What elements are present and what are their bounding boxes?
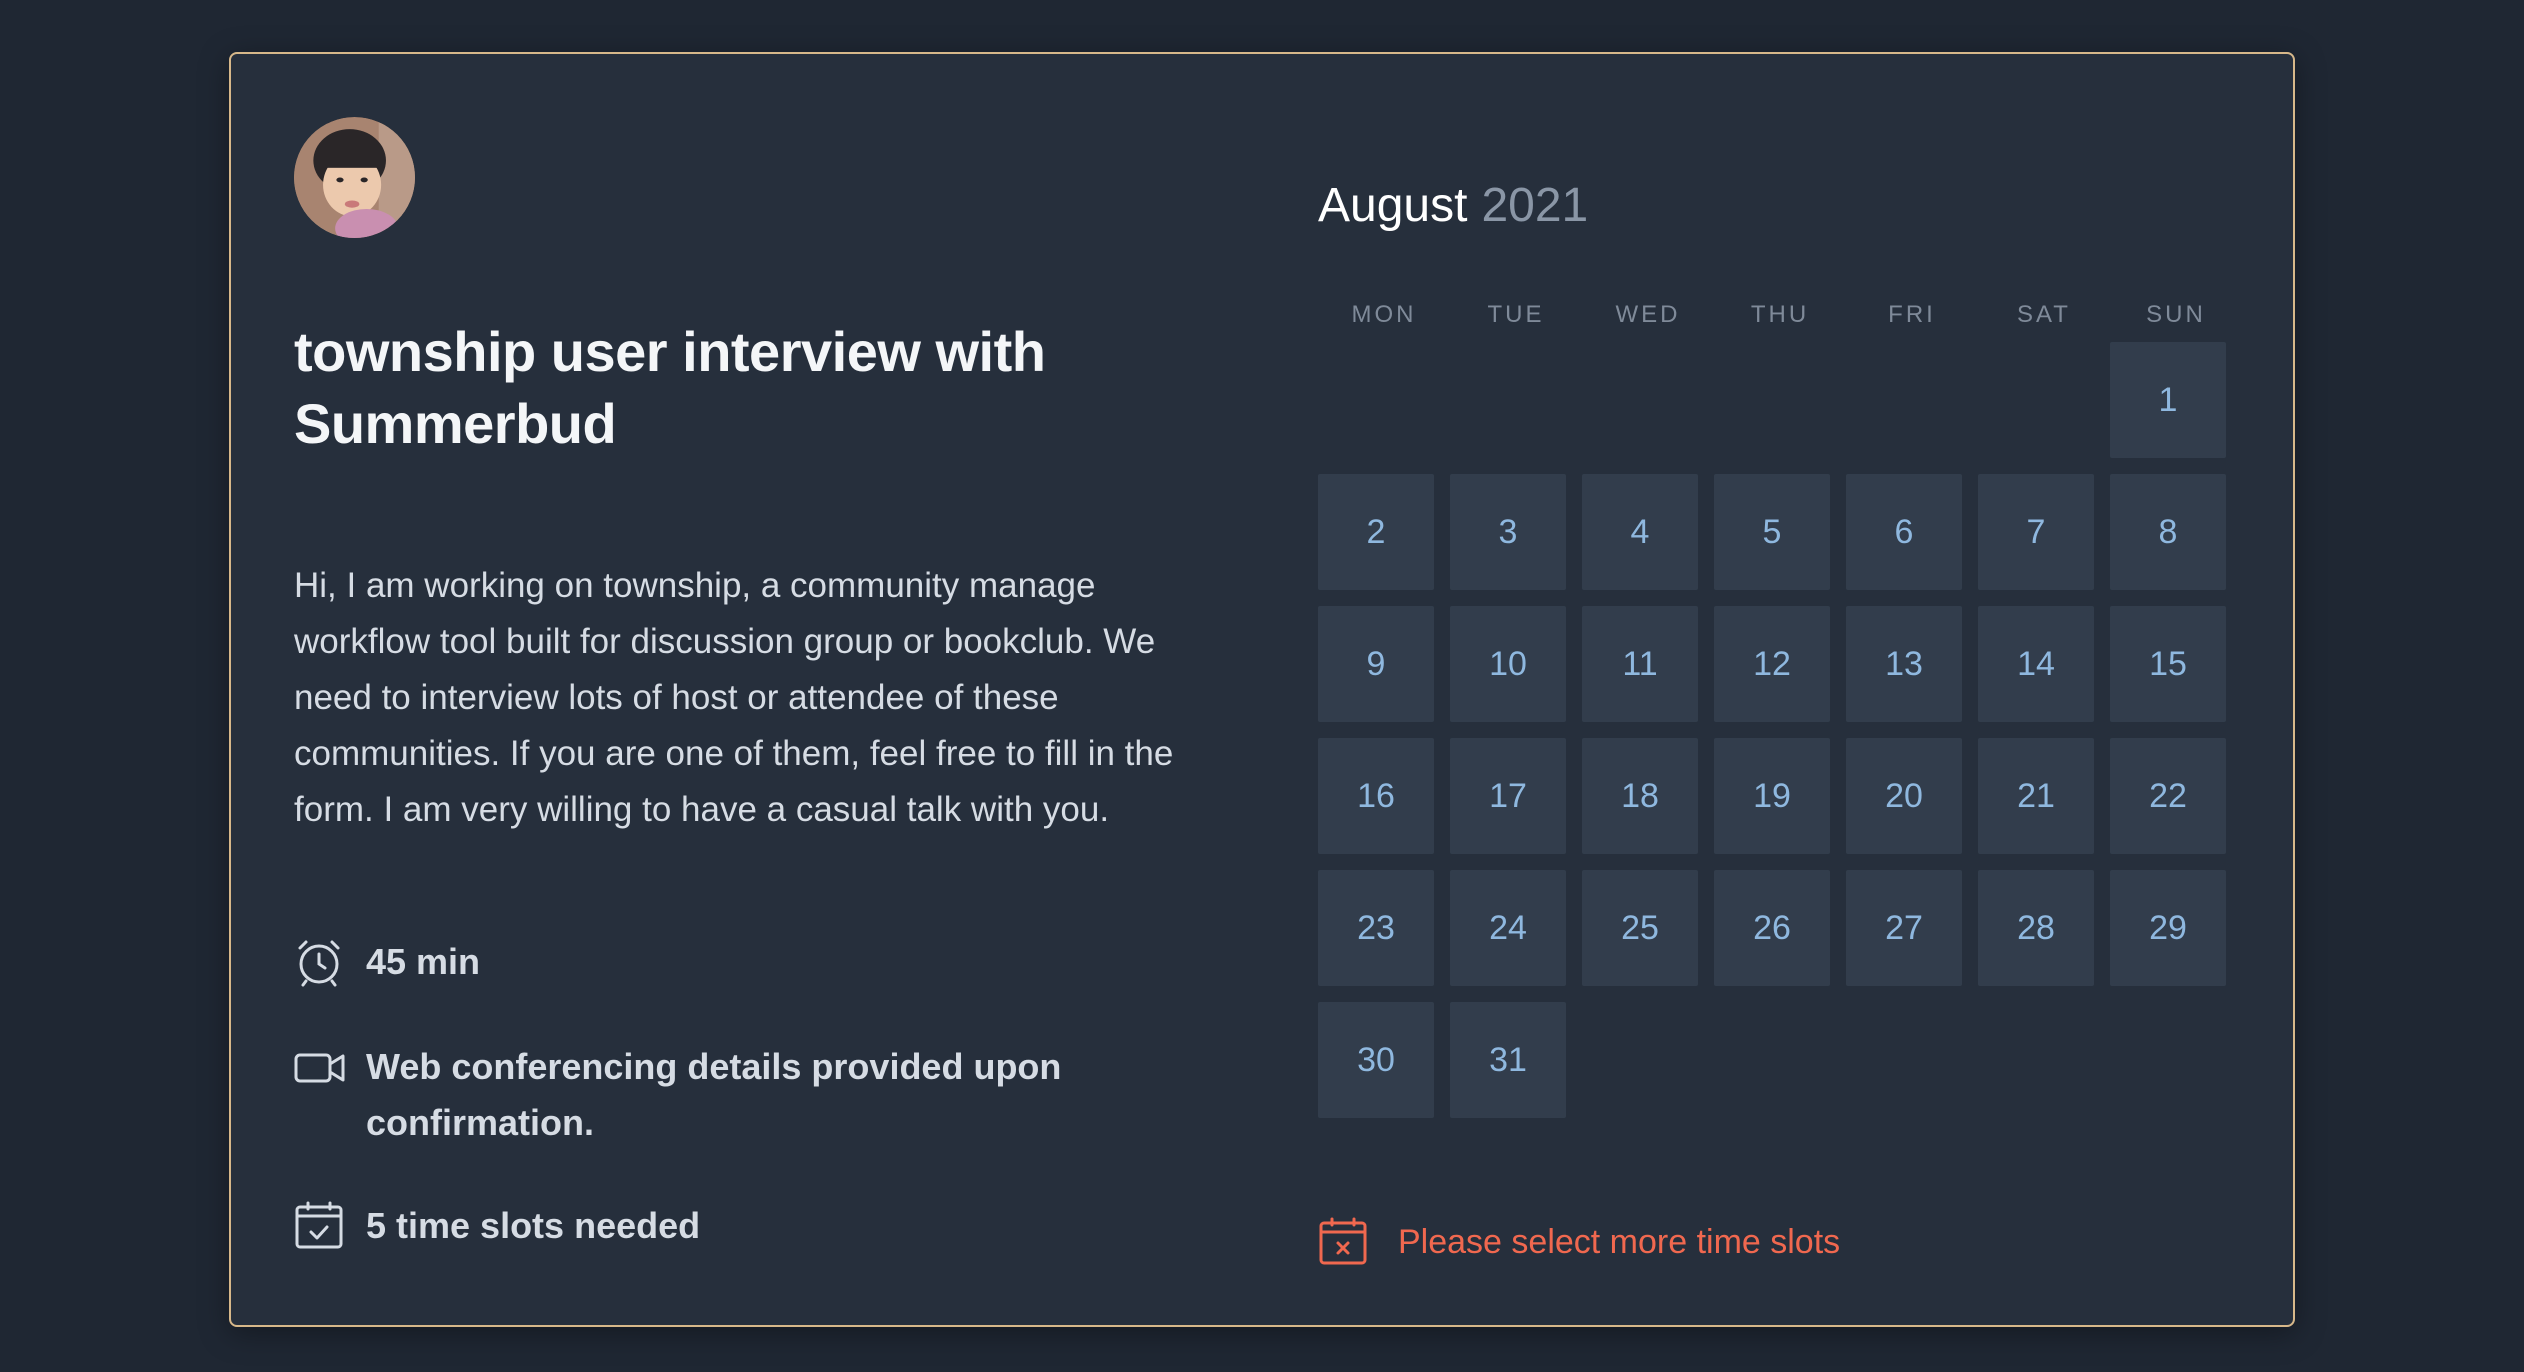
calendar-day-26[interactable]: 26 bbox=[1714, 870, 1830, 986]
calendar-day-6[interactable]: 6 bbox=[1846, 474, 1962, 590]
calendar-grid: 1 2 3 4 5 6 7 8 9 10 11 12 13 14 15 16 17 18 19 20 21 22 23 24 2… bbox=[1318, 342, 2226, 1118]
calendar-day-2[interactable]: 2 bbox=[1318, 474, 1434, 590]
calendar-day-9[interactable]: 9 bbox=[1318, 606, 1434, 722]
weekday-header: MON TUE WED THU FRI SAT SUN bbox=[1318, 300, 2242, 330]
month-label: August bbox=[1318, 179, 1468, 232]
calendar-day-16[interactable]: 16 bbox=[1318, 738, 1434, 854]
weekday-label: TUE bbox=[1487, 301, 1545, 328]
calendar-blank-cell bbox=[1846, 342, 1962, 458]
calendar-day-3[interactable]: 3 bbox=[1450, 474, 1566, 590]
slots-row: 5 time slots needed bbox=[294, 1198, 1194, 1254]
calendar-day-21[interactable]: 21 bbox=[1978, 738, 2094, 854]
warning-message: Please select more time slots bbox=[1318, 1214, 1840, 1270]
calendar-day-1[interactable]: 1 bbox=[2110, 342, 2226, 458]
calendar-day-4[interactable]: 4 bbox=[1582, 474, 1698, 590]
calendar-day-23[interactable]: 23 bbox=[1318, 870, 1434, 986]
calendar-day-13[interactable]: 13 bbox=[1846, 606, 1962, 722]
calendar-day-10[interactable]: 10 bbox=[1450, 606, 1566, 722]
calendar-day-29[interactable]: 29 bbox=[2110, 870, 2226, 986]
conference-text: Web conferencing details provided upon c… bbox=[366, 1046, 1062, 1143]
calendar-day-5[interactable]: 5 bbox=[1714, 474, 1830, 590]
calendar-day-8[interactable]: 8 bbox=[2110, 474, 2226, 590]
weekday-label: SUN bbox=[2146, 301, 2206, 328]
calendar-day-19[interactable]: 19 bbox=[1714, 738, 1830, 854]
event-description: Hi, I am working on township, a communit… bbox=[294, 566, 1174, 829]
slots-text: 5 time slots needed bbox=[366, 1205, 701, 1246]
calendar-blank-cell bbox=[1582, 342, 1698, 458]
avatar bbox=[294, 117, 415, 238]
calendar-day-18[interactable]: 18 bbox=[1582, 738, 1698, 854]
weekday-label: WED bbox=[1615, 301, 1681, 328]
calendar-day-7[interactable]: 7 bbox=[1978, 474, 2094, 590]
event-title: township user interview with Summerbud bbox=[294, 320, 1046, 455]
calendar-day-17[interactable]: 17 bbox=[1450, 738, 1566, 854]
duration-row: 45 min bbox=[294, 934, 1194, 990]
booking-card: township user interview with Summerbud H… bbox=[229, 52, 2295, 1327]
calendar-check-icon bbox=[294, 1198, 346, 1254]
conference-row: Web conferencing details provided upon c… bbox=[294, 1039, 1194, 1151]
calendar-x-icon bbox=[1318, 1214, 1368, 1270]
alarm-clock-icon bbox=[294, 934, 346, 990]
weekday-label: THU bbox=[1750, 301, 1810, 328]
video-camera-icon bbox=[294, 1039, 346, 1095]
avatar-image bbox=[294, 117, 415, 238]
calendar-blank-cell bbox=[1450, 342, 1566, 458]
calendar-day-31[interactable]: 31 bbox=[1450, 1002, 1566, 1118]
calendar-day-11[interactable]: 11 bbox=[1582, 606, 1698, 722]
calendar-day-15[interactable]: 15 bbox=[2110, 606, 2226, 722]
duration-text: 45 min bbox=[366, 941, 481, 982]
calendar-day-24[interactable]: 24 bbox=[1450, 870, 1566, 986]
calendar-day-20[interactable]: 20 bbox=[1846, 738, 1962, 854]
calendar-day-12[interactable]: 12 bbox=[1714, 606, 1830, 722]
calendar-day-14[interactable]: 14 bbox=[1978, 606, 2094, 722]
calendar-day-27[interactable]: 27 bbox=[1846, 870, 1962, 986]
weekday-label: SAT bbox=[2017, 301, 2071, 328]
calendar-day-22[interactable]: 22 bbox=[2110, 738, 2226, 854]
weekday-label: FRI bbox=[1888, 301, 1936, 328]
weekday-label: MON bbox=[1351, 301, 1417, 328]
year-label: 2021 bbox=[1481, 179, 1589, 232]
calendar-blank-cell bbox=[1978, 342, 2094, 458]
calendar-blank-cell bbox=[1318, 342, 1434, 458]
warning-text: Please select more time slots bbox=[1398, 1223, 1841, 1261]
calendar-blank-cell bbox=[1714, 342, 1830, 458]
calendar-day-25[interactable]: 25 bbox=[1582, 870, 1698, 986]
calendar-month-title: August 2021 bbox=[1318, 174, 1588, 238]
calendar-day-30[interactable]: 30 bbox=[1318, 1002, 1434, 1118]
calendar-day-28[interactable]: 28 bbox=[1978, 870, 2094, 986]
